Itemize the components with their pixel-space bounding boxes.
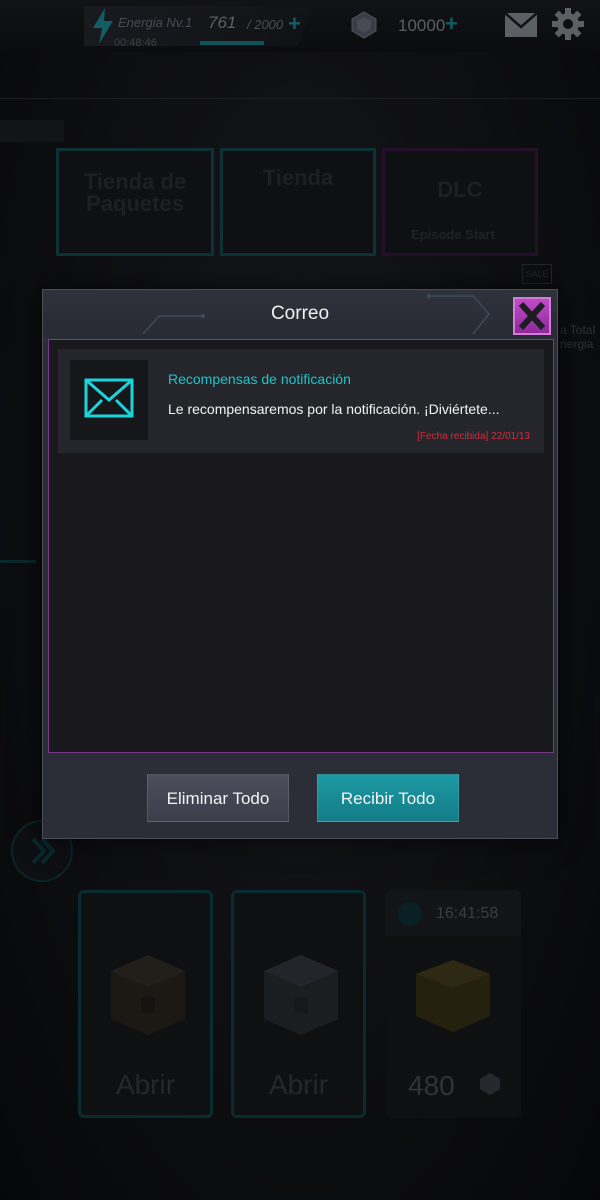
mail-title: Recompensas de notificación bbox=[168, 371, 351, 387]
mail-list[interactable]: Recompensas de notificación Le recompens… bbox=[48, 339, 554, 753]
mail-dialog: Correo Recompensas de notificación Le re… bbox=[42, 289, 558, 839]
mail-body: Le recompensaremos por la notificación. … bbox=[168, 401, 500, 417]
close-icon bbox=[518, 301, 546, 331]
game-screen: Energia Nv.1 00:48:46 761 / 2000 + 10000… bbox=[0, 0, 600, 1200]
mail-date: [Fecha recibida] 22/01/13 bbox=[417, 431, 530, 442]
envelope-icon bbox=[84, 378, 134, 418]
mail-item-icon-box bbox=[70, 360, 148, 440]
receive-all-button[interactable]: Recibir Todo bbox=[317, 774, 459, 822]
dialog-header: Correo bbox=[43, 290, 557, 338]
close-button[interactable] bbox=[513, 297, 551, 335]
delete-all-button[interactable]: Eliminar Todo bbox=[147, 774, 289, 822]
dialog-title: Correo bbox=[270, 303, 330, 324]
list-item[interactable]: Recompensas de notificación Le recompens… bbox=[58, 349, 544, 453]
